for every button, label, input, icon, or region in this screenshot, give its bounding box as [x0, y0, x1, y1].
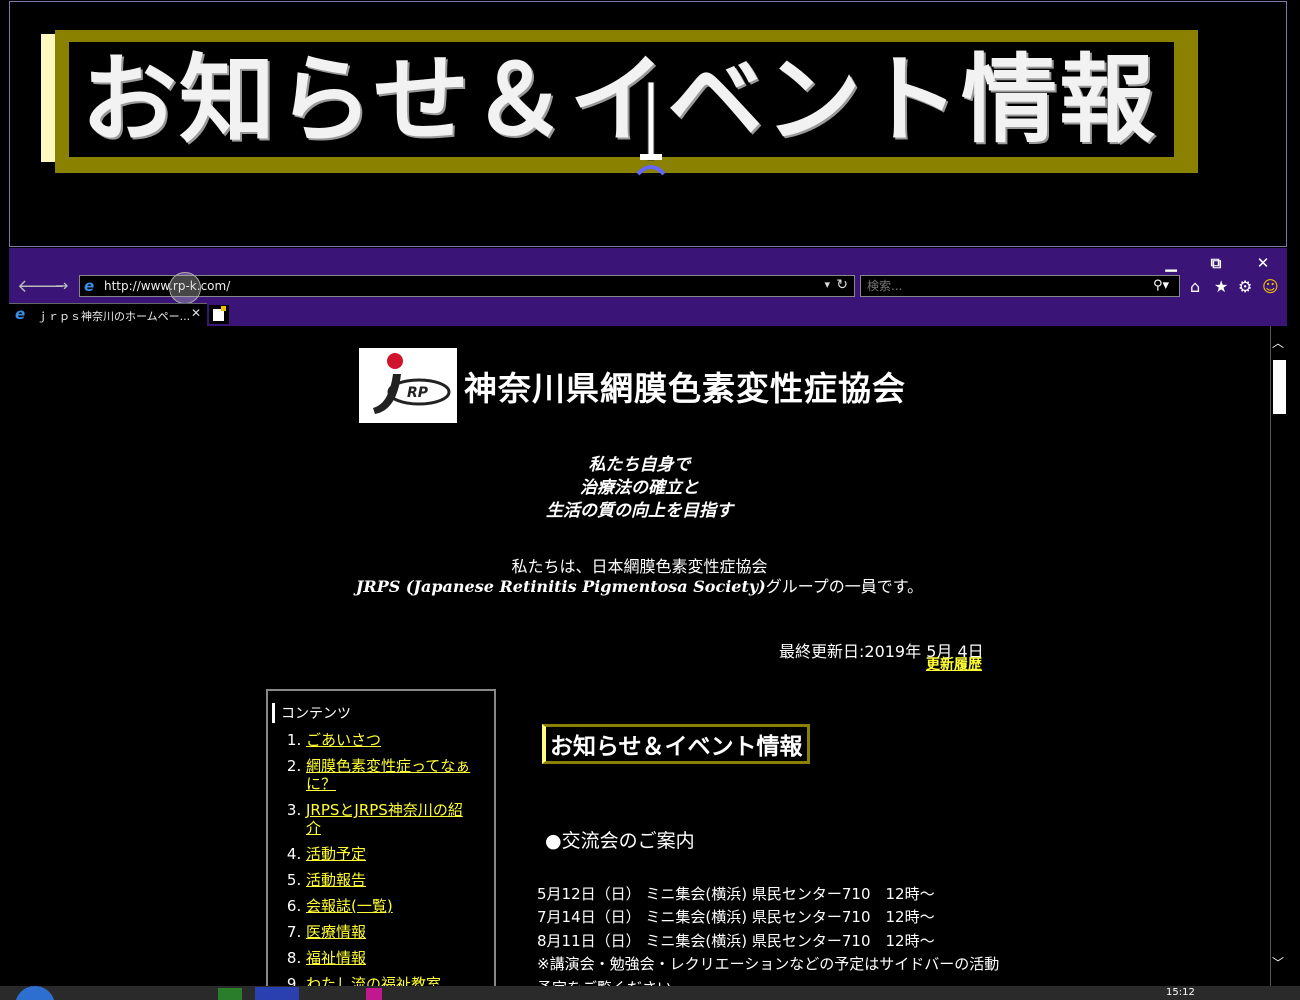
search-input[interactable] — [867, 278, 1127, 294]
contents-link-medical[interactable]: 医療情報 — [306, 923, 366, 941]
contents-item: 活動予定 — [306, 845, 473, 863]
contents-link-greeting[interactable]: ごあいさつ — [306, 731, 381, 749]
event-heading: お知らせ＆イベント情報 — [542, 724, 810, 764]
site-title: 神奈川県網膜色素変性症協会 — [464, 369, 906, 408]
event-line: 7月14日（日） ミニ集会(横浜) 県民センター710 12時～ — [537, 908, 935, 926]
scroll-up-icon[interactable]: ︿ — [1272, 334, 1284, 351]
slogan-line-1: 私たち自身で — [588, 455, 691, 475]
intro-line-2-suffix: グループの一員です。 — [765, 577, 924, 596]
forward-arrow-icon[interactable]: → — [55, 276, 68, 295]
search-box[interactable]: ⚲▾ — [860, 275, 1180, 297]
contents-link-schedule[interactable]: 活動予定 — [306, 845, 366, 863]
logo-text: RP — [407, 385, 429, 401]
text-cursor-icon — [636, 82, 666, 176]
slogan-line-3: 生活の質の向上を目指す — [546, 501, 733, 521]
contents-item: 医療情報 — [306, 923, 473, 941]
new-tab-button[interactable] — [209, 305, 229, 324]
contents-item: ごあいさつ — [306, 731, 473, 749]
start-button[interactable] — [15, 986, 55, 1000]
taskbar: 15:12 — [0, 986, 1300, 1000]
browser-chrome: ▁ ⧉ ✕ 🡐 → e http://www.rp-k.com/ ▾ ↻ ⚲▾ … — [9, 248, 1287, 327]
contents-item: 活動報告 — [306, 871, 473, 889]
magnifier-panel: お知らせ＆イベント情報 — [9, 1, 1287, 247]
history-link[interactable]: 更新履歴 — [926, 654, 982, 674]
contents-link-welfare[interactable]: 福祉情報 — [306, 949, 366, 967]
contents-link-about-rp[interactable]: 網膜色素変性症ってなぁに？ — [306, 757, 470, 793]
page-content: RP 神奈川県網膜色素変性症協会 私たち自身で 治療法の確立と 生活の質の向上を… — [9, 326, 1270, 986]
event-line: 8月11日（日） ミニ集会(横浜) 県民センター710 12時～ — [537, 932, 935, 950]
contents-item: 会報誌(一覧) — [306, 897, 473, 915]
magnified-heading-text: お知らせ＆イベント情報 — [81, 43, 1158, 156]
contents-link-newsletters[interactable]: 会報誌(一覧) — [306, 897, 393, 915]
refresh-icon[interactable]: ↻ — [836, 277, 848, 293]
taskbar-browser-icon[interactable] — [255, 987, 299, 1000]
contents-item: 福祉情報 — [306, 949, 473, 967]
contents-heading: コンテンツ — [272, 703, 351, 723]
gear-icon[interactable]: ⚙ — [1238, 277, 1252, 296]
contents-link-jrps-intro[interactable]: JRPSとJRPS神奈川の紹介 — [306, 801, 463, 837]
intro-english-name: JRPS (Japanese Retinitis Pigmentosa Soci… — [355, 577, 766, 596]
magnified-heading: お知らせ＆イベント情報 — [41, 30, 1198, 173]
dropdown-arrow-icon[interactable]: ▾ — [824, 278, 830, 291]
intro-line-2: JRPS (Japanese Retinitis Pigmentosa Soci… — [9, 573, 1270, 597]
favorites-star-icon[interactable]: ★ — [1214, 277, 1228, 296]
search-icon[interactable]: ⚲▾ — [1153, 278, 1169, 293]
tab-ie-icon: e — [15, 305, 26, 323]
slogan-line-2: 治療法の確立と — [580, 478, 699, 498]
contents-link-reports[interactable]: 活動報告 — [306, 871, 366, 889]
tab-title: ｊｒｐｓ神奈川のホームペー... — [37, 310, 191, 323]
url-text: http://www.rp-k.com/ — [104, 279, 231, 293]
event-note: 予定をご覧ください。 — [537, 977, 687, 986]
event-note: ※講演会・勉強会・レクリエーションなどの予定はサイドバーの活動 — [537, 955, 1000, 973]
home-icon[interactable]: ⌂ — [1190, 277, 1200, 296]
contents-list: ごあいさつ 網膜色素変性症ってなぁに？ JRPSとJRPS神奈川の紹介 活動予定… — [268, 731, 473, 986]
scroll-down-icon[interactable]: ﹀ — [1272, 954, 1284, 971]
minimize-button[interactable]: ▁ — [1149, 252, 1193, 276]
new-tab-icon — [213, 306, 226, 321]
ie-logo-icon: e — [84, 277, 95, 295]
scroll-thumb[interactable] — [1273, 360, 1286, 414]
clock: 15:12 — [1166, 987, 1195, 998]
taskbar-app-icon[interactable] — [218, 988, 242, 1000]
restore-button[interactable]: ⧉ — [1194, 252, 1238, 276]
contents-sidebar: コンテンツ ごあいさつ 網膜色素変性症ってなぁに？ JRPSとJRPS神奈川の紹… — [266, 689, 496, 986]
contents-item: わたし流の福祉教室 — [306, 975, 473, 986]
meeting-heading: ●交流会のご案内 — [545, 830, 695, 852]
event-line: 5月12日（日） ミニ集会(横浜) 県民センター710 12時～ — [537, 885, 935, 903]
contents-link-welfare-class[interactable]: わたし流の福祉教室 — [306, 975, 441, 986]
contents-item: JRPSとJRPS神奈川の紹介 — [306, 801, 473, 837]
jrps-logo: RP — [359, 348, 457, 423]
magnifier-lens-icon — [169, 272, 201, 304]
contents-item: 網膜色素変性症ってなぁに？ — [306, 757, 473, 793]
taskbar-app-icon[interactable] — [366, 988, 382, 1000]
vertical-scrollbar[interactable]: ︿ ﹀ — [1270, 326, 1287, 986]
close-button[interactable]: ✕ — [1241, 252, 1285, 276]
browser-tab[interactable]: e ｊｒｐｓ神奈川のホームペー... ✕ — [9, 303, 207, 327]
smiley-feedback-icon[interactable]: ☺ — [1262, 277, 1279, 296]
tab-close-icon[interactable]: ✕ — [191, 306, 201, 320]
